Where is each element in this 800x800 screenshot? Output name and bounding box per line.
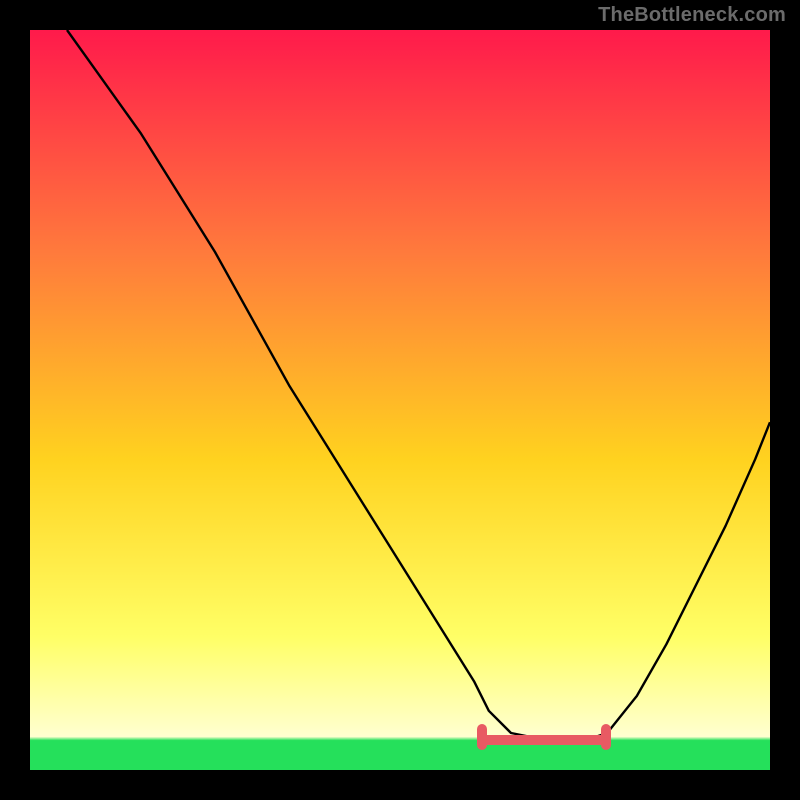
- chart-frame: [30, 30, 770, 770]
- attribution-text: TheBottleneck.com: [598, 4, 786, 27]
- accent-cap-right: [601, 724, 611, 750]
- bottom-green-band: [30, 742, 770, 770]
- chart-svg: [30, 30, 770, 770]
- accent-cap-left: [477, 724, 487, 750]
- accent-range-bar: [481, 735, 607, 745]
